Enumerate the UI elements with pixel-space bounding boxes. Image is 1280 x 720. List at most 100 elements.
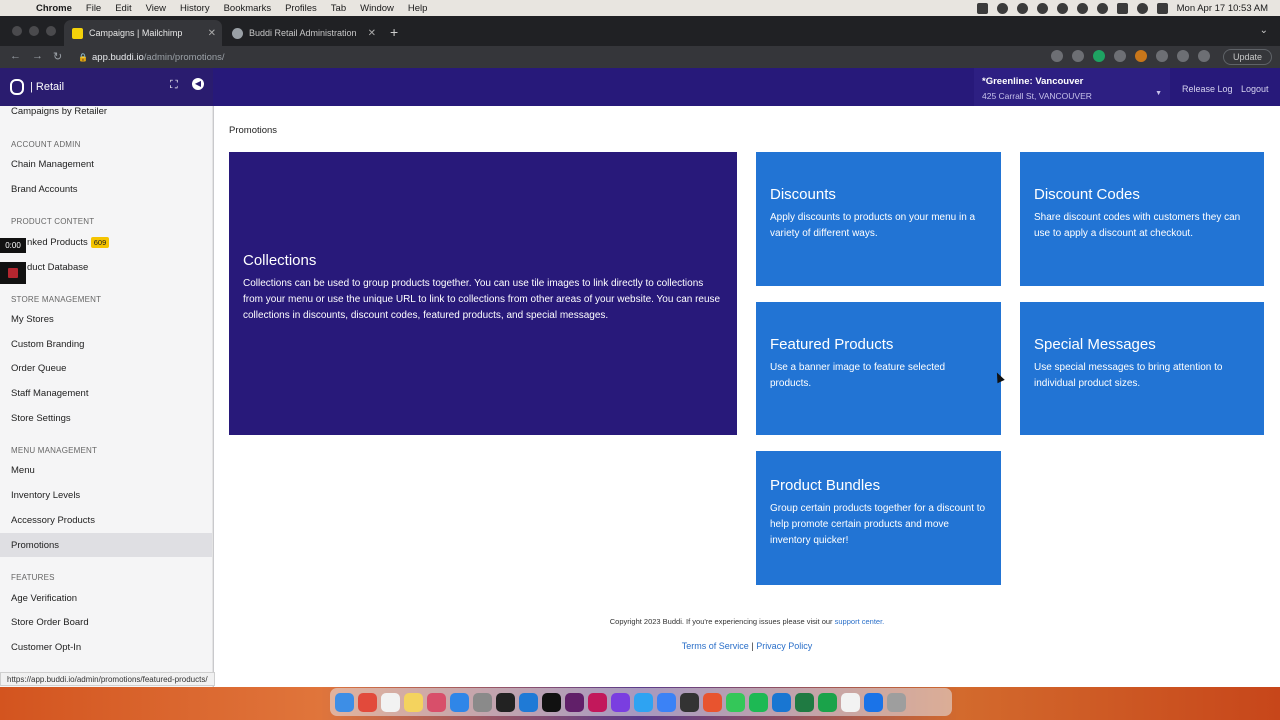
notes-icon[interactable] — [404, 692, 423, 712]
battery-icon[interactable] — [1116, 2, 1128, 14]
sidebar-item-accessory-products[interactable]: Accessory Products — [11, 515, 95, 526]
grammarly-icon[interactable] — [1093, 50, 1105, 62]
tab-buddi[interactable]: Buddi Retail Administration ✕ — [224, 20, 382, 46]
password-manager-icon[interactable] — [864, 692, 883, 712]
settings-icon[interactable] — [473, 692, 492, 712]
minimize-window-icon[interactable] — [29, 26, 39, 36]
sidebar-item-staff-management[interactable]: Staff Management — [11, 388, 88, 399]
sidebar-item-menu[interactable]: Menu — [11, 465, 35, 476]
close-icon[interactable]: ✕ — [368, 28, 376, 39]
skype-icon[interactable] — [634, 692, 653, 712]
discounts-tile[interactable]: Discounts Apply discounts to products on… — [756, 152, 1001, 286]
sidebar-item-order-queue[interactable]: Order Queue — [11, 363, 66, 374]
sidebar-item-store-settings[interactable]: Store Settings — [11, 413, 71, 424]
spotify-icon[interactable] — [749, 692, 768, 712]
slack-icon[interactable] — [565, 692, 584, 712]
status-app-icon[interactable] — [996, 2, 1008, 14]
zoom-window-icon[interactable] — [46, 26, 56, 36]
sidebar-item-customer-opt-in[interactable]: Customer Opt-In — [11, 642, 81, 653]
extension-icon[interactable] — [1114, 50, 1126, 62]
menu-tab[interactable]: Tab — [331, 3, 346, 14]
gear-icon[interactable] — [1016, 2, 1028, 14]
status-app-icon[interactable] — [1036, 2, 1048, 14]
product-bundles-tile[interactable]: Product Bundles Group certain products t… — [756, 451, 1001, 585]
sidebar-icon[interactable] — [1177, 50, 1189, 62]
sidebar-item-linked-products[interactable]: nked Products 609 — [27, 237, 110, 248]
fullscreen-icon[interactable]: ⛶ — [170, 79, 178, 92]
close-window-icon[interactable] — [12, 26, 22, 36]
database-icon[interactable] — [588, 692, 607, 712]
finder-icon[interactable] — [335, 692, 354, 712]
app-icon[interactable] — [772, 692, 791, 712]
sidebar-item-promotions[interactable]: Promotions — [11, 540, 59, 551]
chrome-icon[interactable] — [358, 692, 377, 712]
menu-view[interactable]: View — [146, 3, 166, 14]
wifi-icon[interactable] — [1096, 2, 1108, 14]
tab-mailchimp[interactable]: Campaigns | Mailchimp ✕ — [64, 20, 222, 46]
vscode-icon[interactable] — [519, 692, 538, 712]
sidebar-item-brand-accounts[interactable]: Brand Accounts — [11, 184, 78, 195]
status-app-icon[interactable] — [1076, 2, 1088, 14]
menu-edit[interactable]: Edit — [115, 3, 131, 14]
close-icon[interactable]: ✕ — [208, 28, 216, 39]
privacy-policy-link[interactable]: Privacy Policy — [756, 641, 812, 651]
stop-recording-button[interactable] — [0, 262, 26, 284]
discount-codes-tile[interactable]: Discount Codes Share discount codes with… — [1020, 152, 1264, 286]
back-icon[interactable]: ← — [10, 50, 21, 62]
update-button[interactable]: Update — [1222, 49, 1272, 65]
star-icon[interactable] — [1072, 50, 1084, 62]
puzzle-icon[interactable] — [1156, 50, 1168, 62]
terms-of-service-link[interactable]: Terms of Service — [682, 641, 749, 651]
support-center-link[interactable]: support center. — [835, 617, 885, 626]
menu-file[interactable]: File — [86, 3, 101, 14]
notion-icon[interactable] — [542, 692, 561, 712]
menu-help[interactable]: Help — [408, 3, 428, 14]
numbers-icon[interactable] — [818, 692, 837, 712]
sidebar-item-store-order-board[interactable]: Store Order Board — [11, 617, 89, 628]
special-messages-tile[interactable]: Special Messages Use special messages to… — [1020, 302, 1264, 435]
terminal-icon[interactable] — [496, 692, 515, 712]
photos-icon[interactable] — [427, 692, 446, 712]
sidebar-item-my-stores[interactable]: My Stores — [11, 314, 54, 325]
menu-window[interactable]: Window — [360, 3, 394, 14]
release-log-link[interactable]: Release Log — [1182, 84, 1233, 94]
clock[interactable]: Mon Apr 17 10:53 AM — [1177, 3, 1268, 14]
store-selector[interactable]: *Greenline: Vancouver 425 Carrall St, VA… — [974, 68, 1170, 106]
document-icon[interactable] — [841, 692, 860, 712]
sidebar-item-custom-branding[interactable]: Custom Branding — [11, 339, 84, 350]
sidebar-item-age-verification[interactable]: Age Verification — [11, 593, 77, 604]
forward-icon[interactable]: → — [32, 50, 43, 62]
collapse-sidebar-icon[interactable]: ◀ — [192, 78, 204, 90]
featured-products-tile[interactable]: Featured Products Use a banner image to … — [756, 302, 1001, 435]
collections-tile[interactable]: Collections Collections can be used to g… — [229, 152, 737, 435]
share-icon[interactable] — [1051, 50, 1063, 62]
trash-icon[interactable] — [887, 692, 906, 712]
menu-chrome[interactable]: Chrome — [36, 3, 72, 14]
tab-search-icon[interactable]: ⌄ — [1260, 25, 1268, 36]
sidebar-item-product-database[interactable]: duct Database — [27, 262, 88, 273]
browser-icon[interactable] — [657, 692, 676, 712]
control-center-icon[interactable] — [1156, 2, 1168, 14]
menu-profiles[interactable]: Profiles — [285, 3, 317, 14]
avatar[interactable] — [1198, 50, 1210, 62]
calendar-icon[interactable] — [381, 692, 400, 712]
messages-icon[interactable] — [726, 692, 745, 712]
new-tab-icon[interactable]: + — [390, 24, 398, 40]
app-icon[interactable] — [680, 692, 699, 712]
app-store-icon[interactable] — [450, 692, 469, 712]
figma-icon[interactable] — [611, 692, 630, 712]
buddi-logo-icon[interactable] — [10, 79, 24, 95]
menu-history[interactable]: History — [180, 3, 210, 14]
lock-icon[interactable]: 🔒 — [78, 53, 88, 62]
logout-link[interactable]: Logout — [1241, 84, 1269, 94]
app-icon[interactable] — [703, 692, 722, 712]
reload-icon[interactable]: ↻ — [53, 50, 62, 63]
sidebar-item-campaigns-by-retailer[interactable]: Campaigns by Retailer — [11, 106, 107, 117]
sidebar-item-inventory-levels[interactable]: Inventory Levels — [11, 490, 80, 501]
search-icon[interactable] — [1136, 2, 1148, 14]
excel-icon[interactable] — [795, 692, 814, 712]
extension-icon[interactable] — [1135, 50, 1147, 62]
address-bar[interactable]: 🔒 app.buddi.io/admin/promotions/ — [78, 48, 1088, 66]
status-app-icon[interactable] — [1056, 2, 1068, 14]
sidebar-item-chain-management[interactable]: Chain Management — [11, 159, 94, 170]
